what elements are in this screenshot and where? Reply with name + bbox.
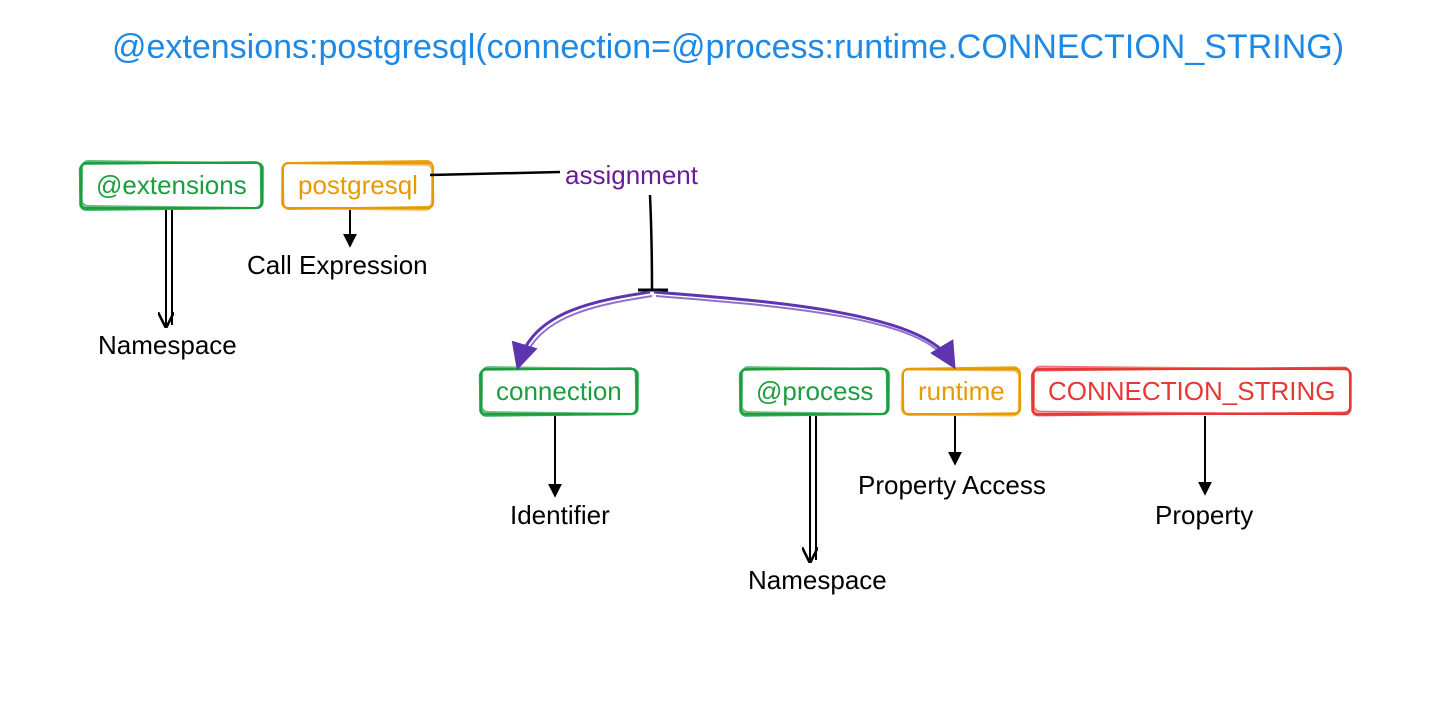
node-postgresql: postgresql: [282, 162, 434, 209]
label-property: Property: [1155, 500, 1253, 531]
expression-title: @extensions:postgresql(connection=@proce…: [0, 28, 1456, 67]
label-call-expression: Call Expression: [247, 250, 428, 281]
label-namespace-2: Namespace: [748, 565, 887, 596]
label-namespace-1: Namespace: [98, 330, 237, 361]
label-property-access: Property Access: [858, 470, 1046, 501]
node-process: @process: [740, 368, 889, 415]
node-runtime: runtime: [902, 368, 1021, 415]
assignment-label: assignment: [565, 160, 698, 191]
node-connection-string: CONNECTION_STRING: [1032, 368, 1351, 415]
node-extensions: @extensions: [80, 162, 263, 209]
node-connection: connection: [480, 368, 638, 415]
label-identifier: Identifier: [510, 500, 610, 531]
